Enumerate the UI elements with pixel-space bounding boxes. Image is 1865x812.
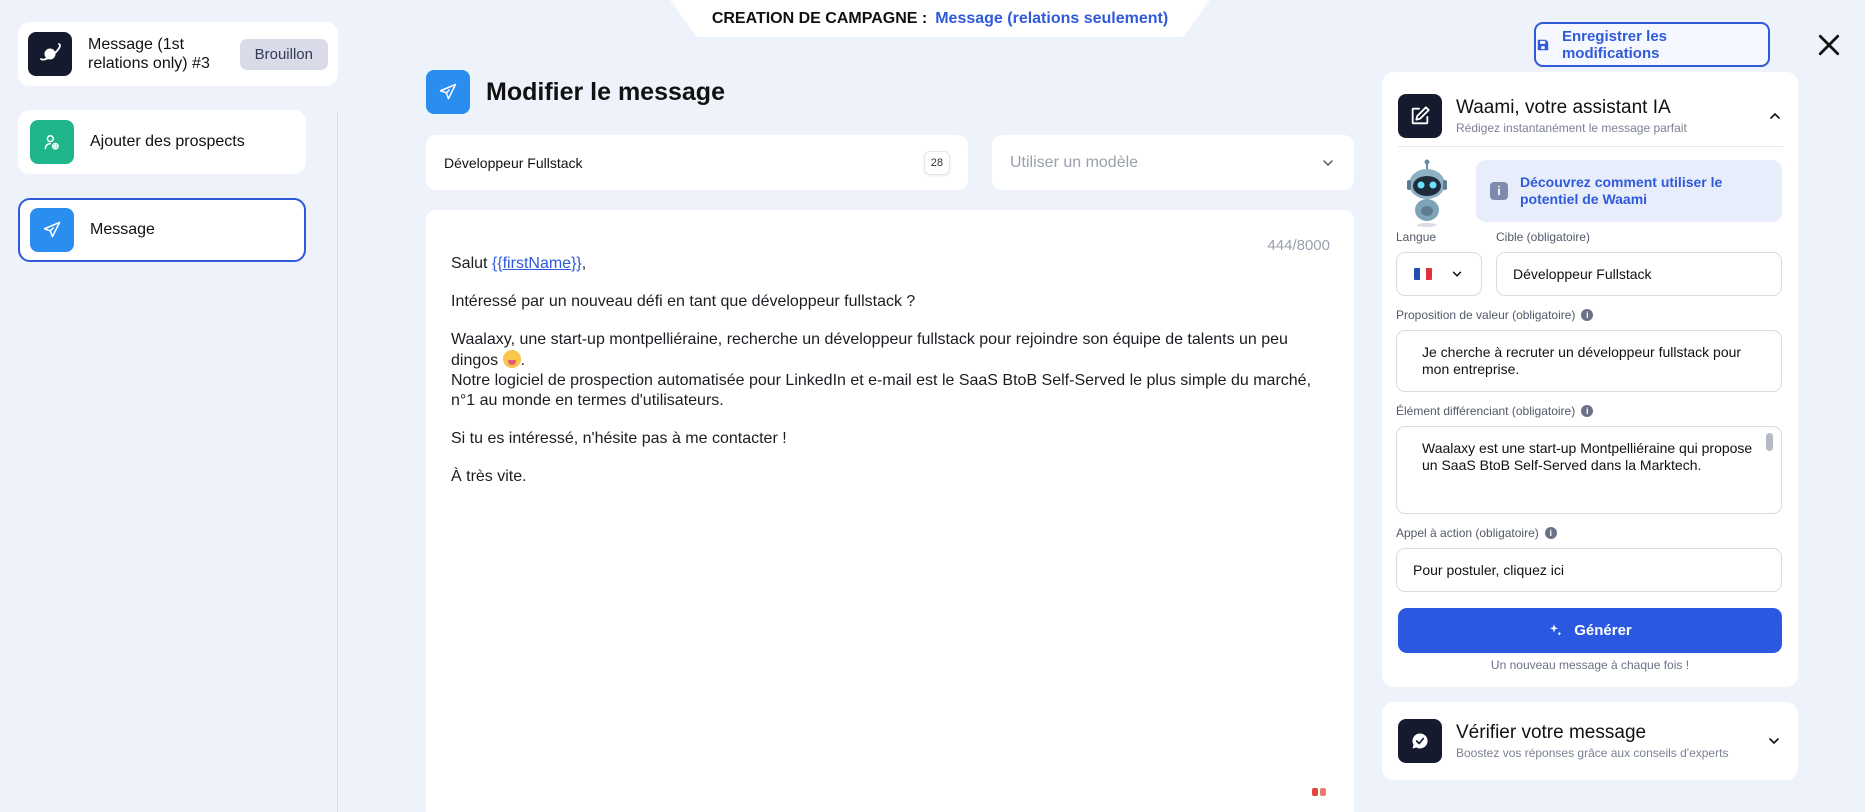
save-icon bbox=[1537, 39, 1549, 50]
step-message[interactable]: Message bbox=[18, 198, 306, 262]
banner-label: CREATION DE CAMPAGNE : bbox=[711, 9, 928, 27]
page-title: Modifier le message bbox=[486, 77, 725, 106]
page-header: Modifier le message bbox=[426, 70, 725, 114]
language-select[interactable] bbox=[1396, 252, 1482, 296]
chevron-up-icon[interactable] bbox=[1767, 108, 1783, 124]
france-flag-icon bbox=[1414, 268, 1432, 280]
check-title: Vérifier votre message bbox=[1456, 722, 1647, 743]
send-icon bbox=[30, 208, 74, 252]
value-prop-input[interactable]: Je cherche à recruter un développeur ful… bbox=[1396, 330, 1782, 392]
waami-tutorial-link[interactable]: i Découvrez comment utiliser le potentie… bbox=[1476, 160, 1782, 222]
subject-value: Développeur Fullstack bbox=[444, 154, 583, 171]
check-subtitle: Boostez vos réponses grâce aux conseils … bbox=[1456, 746, 1729, 760]
greeting-text: Salut bbox=[451, 255, 492, 272]
check-message-panel[interactable]: Vérifier votre message Boostez vos répon… bbox=[1382, 702, 1798, 780]
chevron-down-icon[interactable] bbox=[1766, 733, 1782, 749]
ai-title: Waami, votre assistant IA bbox=[1456, 97, 1671, 118]
cta-label: Appel à action (obligatoire) i bbox=[1396, 526, 1557, 540]
ai-subtitle: Rédigez instantanément le message parfai… bbox=[1456, 121, 1687, 135]
cta-value: Pour postuler, cliquez ici bbox=[1413, 561, 1564, 578]
sparkles-icon bbox=[1550, 623, 1562, 636]
cta-input[interactable]: Pour postuler, cliquez ici bbox=[1396, 548, 1782, 592]
target-label: Cible (obligatoire) bbox=[1496, 230, 1591, 244]
step-label: Message bbox=[90, 221, 155, 238]
differentiator-input[interactable]: Waalaxy est une start-up Montpelliéraine… bbox=[1396, 426, 1782, 514]
target-value: Développeur Fullstack bbox=[1513, 265, 1652, 282]
status-badge: Brouillon bbox=[239, 38, 328, 70]
template-select[interactable]: Utiliser un modèle bbox=[992, 135, 1354, 190]
tutorial-text: Découvrez comment utiliser le potentiel … bbox=[1520, 174, 1723, 207]
message-line: Intéressé par un nouveau défi en tant qu… bbox=[451, 293, 916, 310]
scrollbar[interactable] bbox=[1766, 433, 1773, 451]
message-line: Waalaxy, une start-up montpelliéraine, r… bbox=[451, 331, 1288, 369]
value-prop-value: Je cherche à recruter un développeur ful… bbox=[1422, 344, 1742, 377]
campaign-banner: CREATION DE CAMPAGNE : Message (relation… bbox=[670, 0, 1210, 37]
save-button[interactable]: Enregistrer les modifications bbox=[1534, 22, 1770, 67]
check-bubble-icon bbox=[1398, 719, 1442, 763]
subject-input[interactable]: Développeur Fullstack 28 bbox=[426, 135, 968, 190]
column-divider bbox=[337, 112, 338, 812]
message-editor[interactable]: 444/8000 Salut {{firstName}}, Intéressé … bbox=[426, 210, 1354, 812]
info-icon[interactable]: i bbox=[1581, 309, 1594, 321]
generate-label: Générer bbox=[1574, 622, 1632, 639]
campaign-title: Message (1st relations only) #3 bbox=[88, 36, 210, 72]
robot-mascot-icon bbox=[1407, 159, 1447, 227]
edit-icon bbox=[1398, 94, 1442, 138]
save-label: Enregistrer les modifications bbox=[1561, 27, 1668, 62]
ai-assistant-panel: Waami, votre assistant IA Rédigez instan… bbox=[1382, 72, 1798, 687]
campaign-card[interactable]: Message (1st relations only) #3 Brouillo… bbox=[18, 22, 338, 86]
value-prop-label: Proposition de valeur (obligatoire) i bbox=[1396, 308, 1594, 322]
ai-assistant-header[interactable]: Waami, votre assistant IA Rédigez instan… bbox=[1398, 87, 1783, 145]
info-icon[interactable]: i bbox=[1544, 527, 1557, 539]
send-icon bbox=[426, 70, 470, 114]
add-user-icon bbox=[30, 120, 74, 164]
template-placeholder: Utiliser un modèle bbox=[1010, 153, 1139, 171]
generate-note: Un nouveau message à chaque fois ! bbox=[1490, 658, 1690, 672]
info-icon[interactable]: i bbox=[1581, 405, 1594, 417]
banner-campaign-type: Message (relations seulement) bbox=[935, 9, 1169, 27]
message-line: Si tu es intéressé, n'hésite pas à me co… bbox=[451, 430, 787, 447]
language-label: Langue bbox=[1396, 230, 1437, 244]
step-add-prospects[interactable]: Ajouter des prospects bbox=[18, 110, 306, 174]
close-button[interactable] bbox=[1814, 30, 1844, 60]
variable-tag[interactable]: {{firstName}} bbox=[492, 255, 582, 272]
message-line: À très vite. bbox=[451, 468, 527, 485]
target-input[interactable]: Développeur Fullstack bbox=[1496, 252, 1782, 296]
differentiator-value: Waalaxy est une start-up Montpelliéraine… bbox=[1422, 440, 1753, 473]
chevron-down-icon bbox=[1323, 159, 1333, 166]
divider bbox=[1398, 146, 1783, 147]
planet-icon bbox=[28, 32, 72, 76]
info-icon: i bbox=[1490, 182, 1508, 200]
step-label: Ajouter des prospects bbox=[90, 133, 245, 150]
grammar-check-icon[interactable] bbox=[1312, 788, 1326, 796]
generate-button[interactable]: Générer bbox=[1398, 608, 1782, 653]
chevron-down-icon bbox=[1452, 271, 1462, 277]
char-counter: 444/8000 bbox=[1267, 237, 1330, 254]
char-count-badge: 28 bbox=[923, 150, 950, 175]
differentiator-label: Élément différenciant (obligatoire) i bbox=[1396, 404, 1594, 418]
close-icon bbox=[1818, 34, 1840, 56]
zany-face-emoji-icon bbox=[502, 350, 521, 368]
message-body[interactable]: Salut {{firstName}}, Intéressé par un no… bbox=[451, 254, 1331, 505]
message-line: Notre logiciel de prospection automatisé… bbox=[451, 372, 1312, 409]
